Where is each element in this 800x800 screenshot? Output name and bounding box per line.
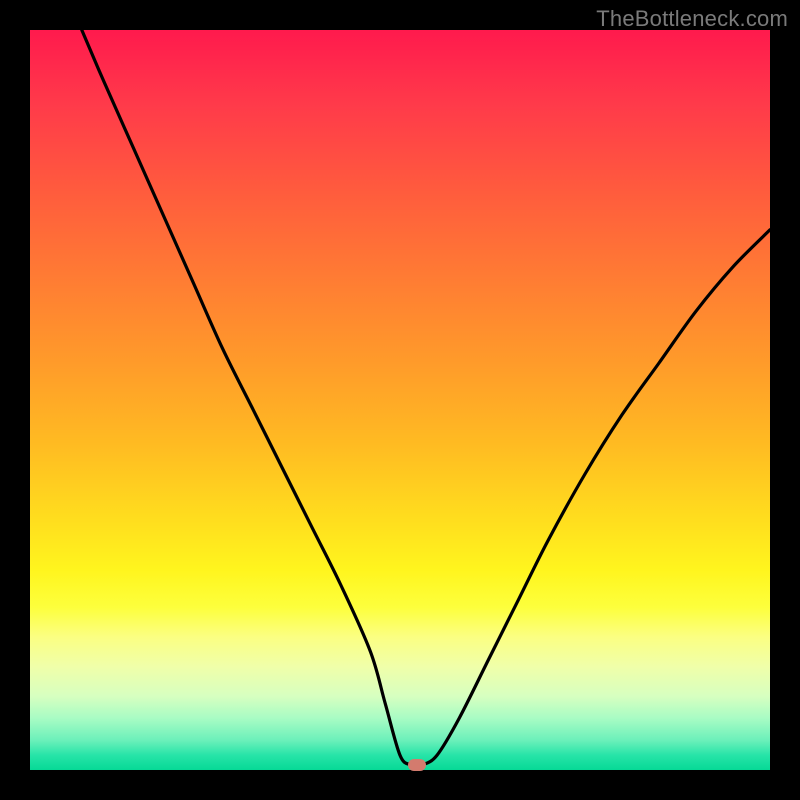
chart-frame: TheBottleneck.com [0,0,800,800]
optimum-marker [408,759,426,771]
plot-area [30,30,770,770]
bottleneck-curve [30,30,770,770]
watermark-text: TheBottleneck.com [596,6,788,32]
